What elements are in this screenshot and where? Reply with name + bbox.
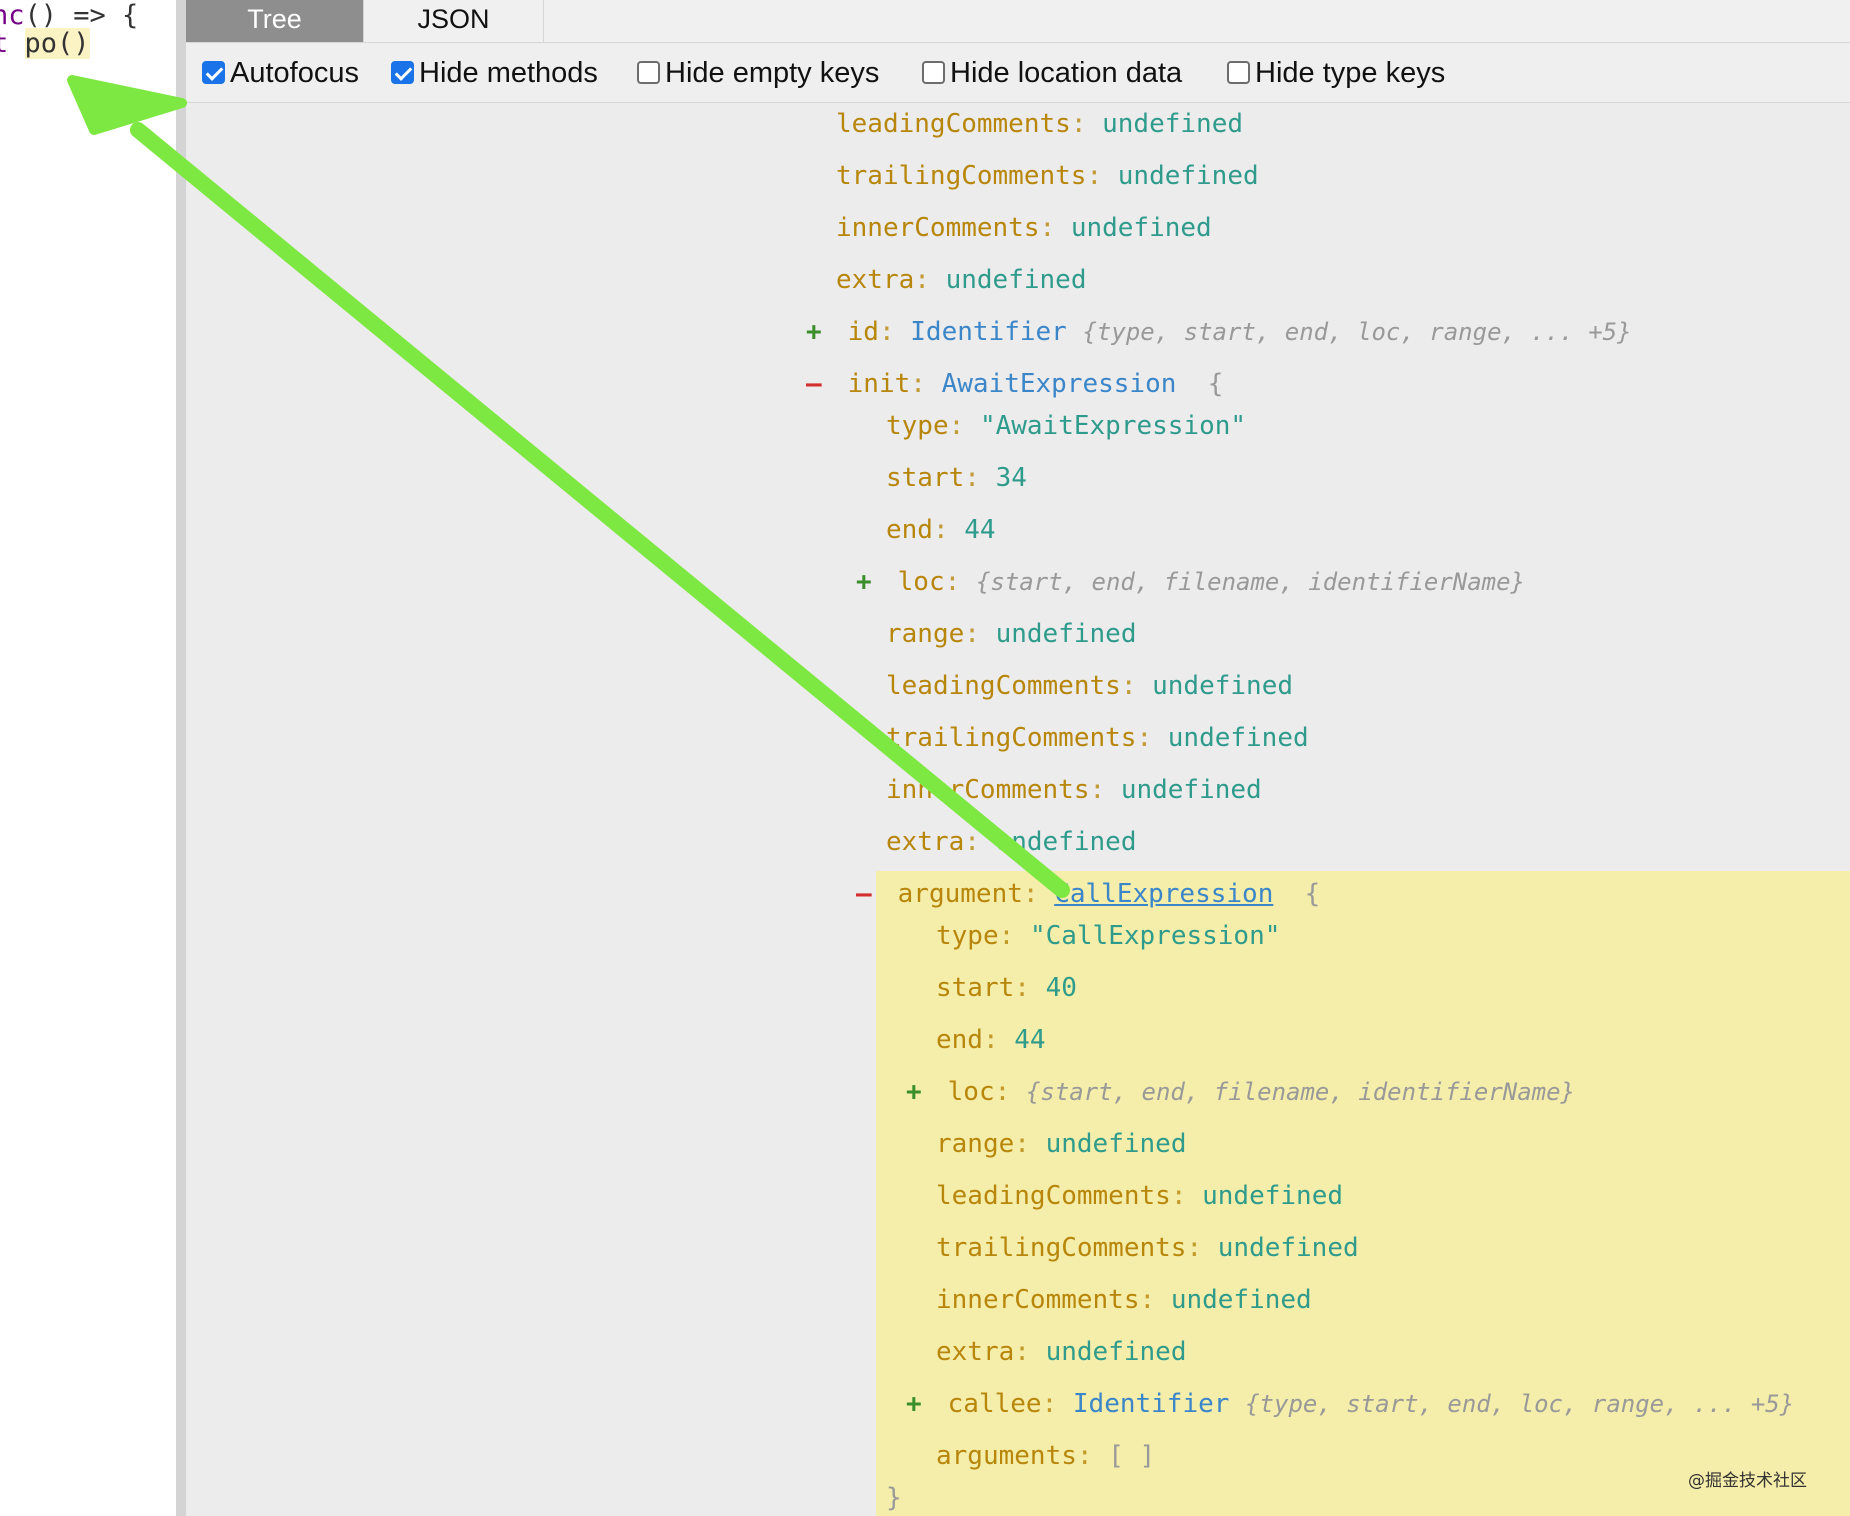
tab-tree[interactable]: Tree bbox=[186, 0, 364, 42]
option-hide-type-keys[interactable]: Hide type keys bbox=[1227, 57, 1445, 89]
tree-row: type: "CallExpression" bbox=[936, 921, 1281, 951]
tree-row: extra: undefined bbox=[886, 827, 1137, 857]
tree-row: type: "AwaitExpression" bbox=[886, 411, 1247, 441]
tree-row: range: undefined bbox=[936, 1129, 1187, 1159]
tree-row-callee[interactable]: + callee: Identifier {type, start, end, … bbox=[906, 1387, 1794, 1421]
tree-row: leadingComments: undefined bbox=[936, 1181, 1344, 1211]
code-line-2: t po() bbox=[0, 28, 90, 59]
autofocus-label: Autofocus bbox=[230, 57, 359, 89]
expand-toggle[interactable]: + bbox=[906, 1387, 932, 1421]
code-line-1: nc() => { bbox=[0, 0, 138, 31]
tree-row: trailingComments: undefined bbox=[936, 1233, 1359, 1263]
highlighted-code: po() bbox=[24, 28, 90, 59]
option-autofocus[interactable]: Autofocus bbox=[202, 57, 359, 89]
tree-row-id[interactable]: + id: Identifier {type, start, end, loc,… bbox=[806, 315, 1632, 349]
options-bar: Autofocus Hide methods Hide empty keys H… bbox=[186, 43, 1850, 103]
tree-row-loc[interactable]: + loc: {start, end, filename, identifier… bbox=[906, 1075, 1575, 1109]
node-type-link[interactable]: CallExpression bbox=[1054, 879, 1273, 909]
hide-type-keys-checkbox[interactable] bbox=[1227, 61, 1250, 84]
node-type[interactable]: Identifier bbox=[1073, 1389, 1230, 1419]
tree-row-init[interactable]: – init: AwaitExpression { bbox=[806, 367, 1223, 401]
tree-row: leadingComments: undefined bbox=[836, 109, 1244, 139]
option-hide-methods[interactable]: Hide methods bbox=[391, 57, 598, 89]
hide-location-data-label: Hide location data bbox=[950, 57, 1183, 89]
tree-row: end: 44 bbox=[936, 1025, 1046, 1055]
tree-row: range: undefined bbox=[886, 619, 1137, 649]
pane-divider[interactable] bbox=[176, 0, 186, 1516]
tree-row: innerComments: undefined bbox=[836, 213, 1212, 243]
tree-row: innerComments: undefined bbox=[886, 775, 1262, 805]
node-type[interactable]: AwaitExpression bbox=[942, 369, 1177, 399]
code-keyword: nc bbox=[0, 0, 25, 31]
code-keyword: t bbox=[0, 28, 9, 59]
code-editor[interactable]: nc() => { t po() bbox=[0, 0, 176, 1516]
tree-row: arguments: [ ] bbox=[936, 1441, 1156, 1471]
option-hide-location-data[interactable]: Hide location data bbox=[922, 57, 1182, 89]
expand-toggle[interactable]: + bbox=[856, 565, 882, 599]
hide-methods-checkbox[interactable] bbox=[391, 61, 414, 84]
tree-row-loc[interactable]: + loc: {start, end, filename, identifier… bbox=[856, 565, 1525, 599]
collapse-toggle[interactable]: – bbox=[806, 367, 832, 401]
autofocus-checkbox[interactable] bbox=[202, 61, 225, 84]
tree-row: trailingComments: undefined bbox=[886, 723, 1309, 753]
tab-json[interactable]: JSON bbox=[364, 0, 544, 42]
tree-row: extra: undefined bbox=[836, 265, 1087, 295]
code-text: () => { bbox=[24, 0, 139, 31]
tree-row-close: } bbox=[886, 1483, 902, 1513]
hide-empty-keys-checkbox[interactable] bbox=[637, 61, 660, 84]
hide-location-data-checkbox[interactable] bbox=[922, 61, 945, 84]
tree-row: end: 44 bbox=[886, 515, 996, 545]
tree-row: extra: undefined bbox=[936, 1337, 1187, 1367]
option-hide-empty-keys[interactable]: Hide empty keys bbox=[637, 57, 879, 89]
expand-toggle[interactable]: + bbox=[806, 315, 832, 349]
tree-row-argument[interactable]: – argument: CallExpression { bbox=[856, 877, 1320, 911]
tree-row: trailingComments: undefined bbox=[836, 161, 1259, 191]
ast-panel: Tree JSON Autofocus Hide methods Hide em… bbox=[186, 0, 1850, 1516]
view-tabs: Tree JSON bbox=[186, 0, 1850, 43]
tree-row: start: 40 bbox=[936, 973, 1077, 1003]
collapse-toggle[interactable]: – bbox=[856, 877, 882, 911]
tree-row: leadingComments: undefined bbox=[886, 671, 1294, 701]
hide-type-keys-label: Hide type keys bbox=[1255, 57, 1446, 89]
tree-row: start: 34 bbox=[886, 463, 1027, 493]
ast-tree: leadingComments: undefined trailingComme… bbox=[186, 103, 1850, 1516]
node-type[interactable]: Identifier bbox=[910, 317, 1067, 347]
tree-row: innerComments: undefined bbox=[936, 1285, 1312, 1315]
hide-methods-label: Hide methods bbox=[419, 57, 598, 89]
hide-empty-keys-label: Hide empty keys bbox=[665, 57, 880, 89]
watermark: @掘金技术社区 bbox=[1688, 1471, 1807, 1491]
expand-toggle[interactable]: + bbox=[906, 1075, 932, 1109]
